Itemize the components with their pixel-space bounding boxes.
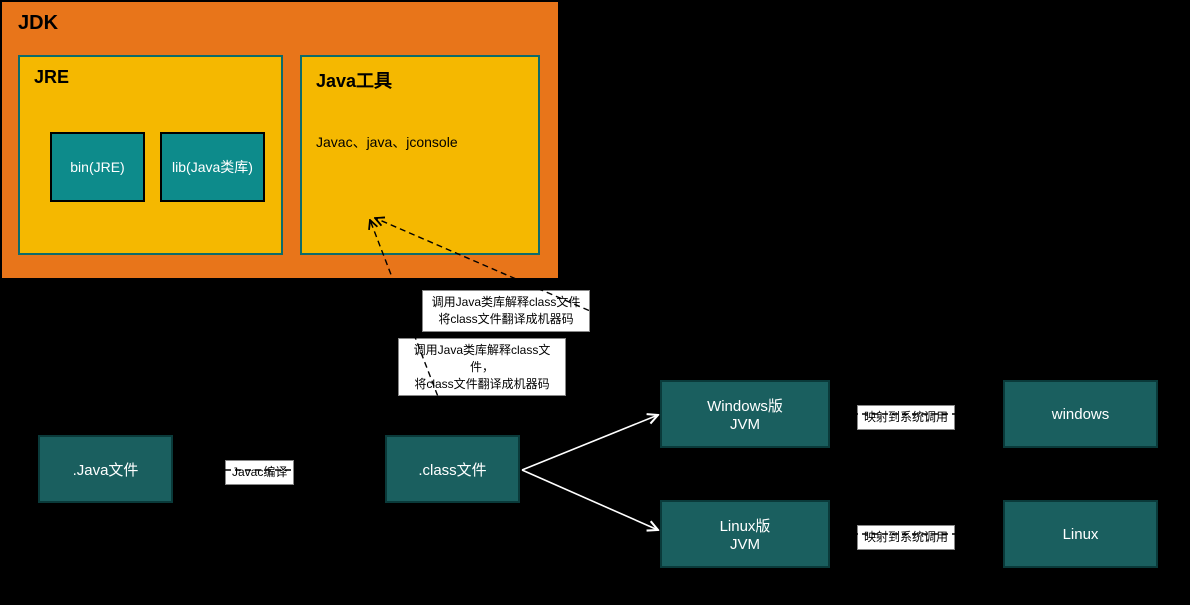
linux-box: Linux (1003, 500, 1158, 568)
windows-jvm-box: Windows版 JVM (660, 380, 830, 448)
java-tools-container: Java工具 Javac、java、jconsole (300, 55, 540, 255)
jre-container: JRE bin(JRE) lib(Java类库) (18, 55, 283, 255)
lib-edge-label-1: 调用Java类库解释class文件， 将class文件翻译成机器码 (398, 338, 566, 396)
java-tools-label: Java工具 (316, 67, 392, 93)
map-win-edge-label: 映射到系统调用 (857, 405, 955, 430)
bin-jre-box: bin(JRE) (50, 132, 145, 202)
win-jvm-line1: Windows版 (707, 395, 783, 416)
lib-java-box: lib(Java类库) (160, 132, 265, 202)
jre-label: JRE (34, 67, 69, 88)
class-file-box: .class文件 (385, 435, 520, 503)
java-file-box: .Java文件 (38, 435, 173, 503)
linux-jvm-line1: Linux版 (720, 515, 771, 536)
lib-edge-label-2: 调用Java类库解释class文件 将class文件翻译成机器码 (422, 290, 590, 332)
javac-edge-label: Javac编译 (225, 460, 294, 485)
linux-jvm-box: Linux版 JVM (660, 500, 830, 568)
java-tools-items: Javac、java、jconsole (316, 132, 458, 152)
windows-box: windows (1003, 380, 1158, 448)
jdk-label: JDK (18, 12, 58, 35)
win-jvm-line2: JVM (707, 416, 783, 433)
linux-jvm-line2: JVM (720, 536, 771, 553)
jdk-container: JDK JRE bin(JRE) lib(Java类库) Java工具 Java… (0, 0, 560, 280)
map-linux-edge-label: 映射到系统调用 (857, 525, 955, 550)
